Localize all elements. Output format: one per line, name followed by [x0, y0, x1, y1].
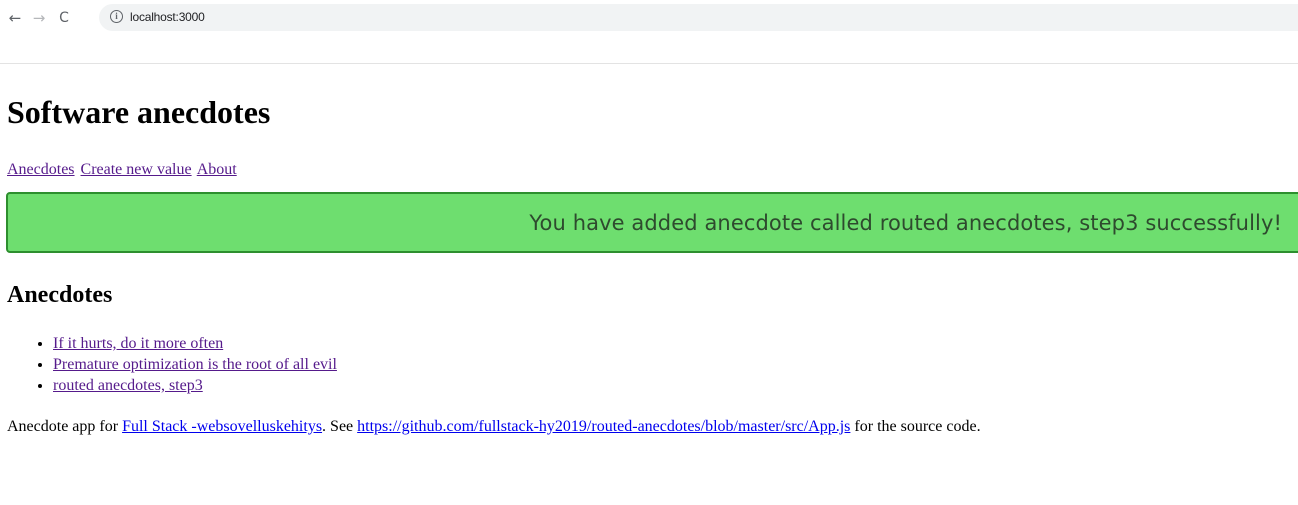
forward-arrow-icon[interactable]: → [29, 8, 49, 28]
footer: Anecdote app for Full Stack -websovellus… [7, 417, 981, 436]
anecdote-list: If it hurts, do it more often Premature … [0, 333, 337, 396]
notification-banner: You have added anecdote called routed an… [6, 192, 1298, 253]
menu-link-anecdotes[interactable]: Anecdotes [7, 161, 75, 178]
address-bar[interactable]: i localhost:3000 [99, 4, 1298, 31]
list-item: Premature optimization is the root of al… [53, 354, 337, 375]
list-item: If it hurts, do it more often [53, 333, 337, 354]
menu-link-about[interactable]: About [197, 161, 237, 178]
page-title: Software anecdotes [7, 94, 271, 130]
anecdote-link[interactable]: If it hurts, do it more often [53, 335, 223, 352]
list-item: routed anecdotes, step3 [53, 375, 337, 396]
anecdote-link[interactable]: routed anecdotes, step3 [53, 377, 203, 394]
browser-toolbar: ← → C i localhost:3000 [0, 0, 1298, 38]
main-menu: Anecdotes Create new value About [7, 160, 239, 179]
anecdotes-heading: Anecdotes [7, 282, 113, 308]
footer-suffix: for the source code. [850, 418, 981, 435]
url-text[interactable]: localhost:3000 [130, 9, 205, 25]
footer-see-text: . See [322, 418, 358, 435]
notification-message: You have added anecdote called routed an… [529, 211, 1282, 235]
page-content: Software anecdotes Anecdotes Create new … [0, 64, 1298, 505]
source-code-link[interactable]: https://github.com/fullstack-hy2019/rout… [357, 418, 850, 435]
menu-link-create-new[interactable]: Create new value [81, 161, 192, 178]
back-arrow-icon[interactable]: ← [5, 8, 25, 28]
anecdote-link[interactable]: Premature optimization is the root of al… [53, 356, 337, 373]
course-link[interactable]: Full Stack -websovelluskehitys [122, 418, 322, 435]
footer-prefix: Anecdote app for [7, 418, 123, 435]
site-info-icon[interactable]: i [110, 10, 123, 23]
reload-icon[interactable]: C [54, 8, 74, 28]
